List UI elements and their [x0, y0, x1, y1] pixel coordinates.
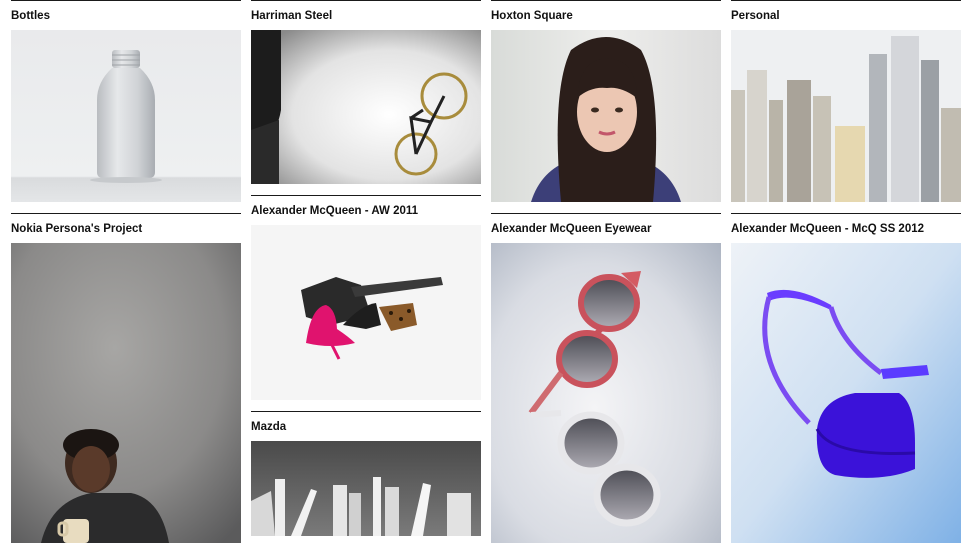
project-title[interactable]: Nokia Persona's Project	[11, 214, 241, 243]
project-thumbnail-pink-shoe[interactable]	[251, 225, 481, 400]
project-title[interactable]: Hoxton Square	[491, 1, 721, 30]
project-card-mazda[interactable]: Mazda	[251, 411, 481, 536]
project-title[interactable]: Alexander McQueen - McQ SS 2012	[731, 214, 961, 243]
project-card-mcq-ss-2012[interactable]: Alexander McQueen - McQ SS 2012	[731, 213, 961, 543]
project-card-bottles[interactable]: Bottles	[11, 0, 241, 202]
project-thumbnail-portrait-woman-bangs[interactable]	[491, 30, 721, 202]
gallery-column-2: Harriman Steel Alexander McQueen - AW 20…	[251, 0, 481, 536]
project-thumbnail-bicycle[interactable]	[251, 30, 481, 184]
project-card-harriman-steel[interactable]: Harriman Steel	[251, 0, 481, 184]
project-thumbnail-architectural-model[interactable]	[251, 441, 481, 536]
project-card-mcqueen-aw-2011[interactable]: Alexander McQueen - AW 2011	[251, 195, 481, 400]
project-card-hoxton-square[interactable]: Hoxton Square	[491, 0, 721, 202]
project-thumbnail-white-bottle[interactable]	[11, 30, 241, 202]
project-title[interactable]: Bottles	[11, 1, 241, 30]
project-title[interactable]: Mazda	[251, 412, 481, 441]
project-title[interactable]: Alexander McQueen - AW 2011	[251, 196, 481, 225]
project-card-mcqueen-eyewear[interactable]: Alexander McQueen Eyewear	[491, 213, 721, 543]
project-title[interactable]: Alexander McQueen Eyewear	[491, 214, 721, 243]
project-thumbnail-sunglasses[interactable]	[491, 243, 721, 543]
gallery-column-4: Personal Alexander McQueen - McQ SS 2012	[731, 0, 961, 543]
project-title[interactable]: Harriman Steel	[251, 1, 481, 30]
project-card-personal[interactable]: Personal	[731, 0, 961, 202]
project-card-nokia-persona[interactable]: Nokia Persona's Project	[11, 213, 241, 543]
gallery-column-3: Hoxton Square Alexander McQueen Eyewear	[491, 0, 721, 543]
project-thumbnail-portrait-woman-mug[interactable]	[11, 243, 241, 543]
gallery-column-1: Bottles Nokia Persona's Project	[11, 0, 241, 543]
project-title[interactable]: Personal	[731, 1, 961, 30]
project-thumbnail-city-skyscrapers[interactable]	[731, 30, 961, 202]
project-thumbnail-blue-handbag[interactable]	[731, 243, 961, 543]
